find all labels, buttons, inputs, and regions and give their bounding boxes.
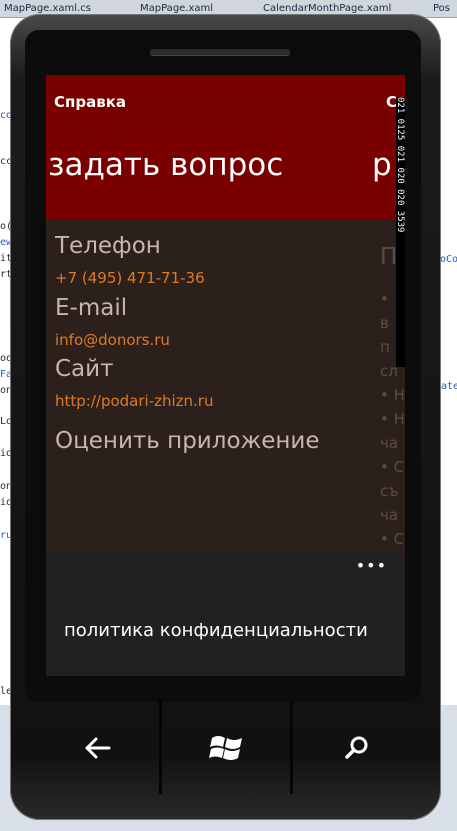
windows-logo-icon <box>209 735 242 760</box>
search-icon <box>344 736 367 759</box>
next-panel-heading: П <box>380 244 398 270</box>
phone-screen: Справка С задать вопрос р Телефон +7 (49… <box>46 75 405 676</box>
email-label: E-mail <box>55 295 128 321</box>
next-panel-line: • Н <box>380 386 405 404</box>
appbar-ellipsis-button[interactable]: ••• <box>356 556 387 575</box>
next-panel-line: • Н <box>380 410 405 428</box>
site-label: Сайт <box>55 356 114 382</box>
pivot-item-next-peek[interactable]: р <box>372 147 392 183</box>
rate-app-button[interactable]: Оценить приложение <box>55 428 320 454</box>
next-panel-line: • С <box>380 530 405 548</box>
privacy-policy-menu-item[interactable]: политика конфиденциальности <box>64 620 368 641</box>
next-panel-line: в <box>380 314 389 332</box>
next-panel-line: ча <box>380 434 399 452</box>
pivot-item-ask-question[interactable]: задать вопрос <box>48 147 283 183</box>
ide-tab[interactable]: Pos <box>433 3 450 14</box>
code-fragment: ate <box>441 381 457 392</box>
phone-label: Телефон <box>55 233 161 259</box>
ide-tab[interactable]: MapPage.xaml <box>140 3 213 14</box>
code-fragment: oCo <box>440 254 457 265</box>
ide-tab[interactable]: CalendarMonthPage.xaml <box>263 3 391 14</box>
back-button[interactable] <box>35 705 160 790</box>
next-panel-line: съ <box>380 482 399 500</box>
next-panel-line: • С <box>380 458 405 476</box>
next-panel-line: п <box>380 338 390 356</box>
ide-tab[interactable]: MapPage.xaml.cs <box>4 3 91 14</box>
phone-link[interactable]: +7 (495) 471-71-36 <box>55 269 205 287</box>
pivot-header: Справка С задать вопрос р <box>46 75 405 220</box>
email-link[interactable]: info@donors.ru <box>55 331 170 349</box>
application-bar: ••• политика конфиденциальности <box>46 552 405 676</box>
search-button[interactable] <box>294 705 419 790</box>
start-button[interactable] <box>163 705 291 790</box>
next-panel-line: ча <box>380 506 399 524</box>
back-icon <box>85 737 110 758</box>
next-panel-line: • <box>380 290 389 308</box>
earpiece-speaker <box>150 49 290 55</box>
app-title: Справка <box>54 93 127 111</box>
frame-rate-counter: 021 0125 021 020 020 3539 <box>396 97 405 367</box>
site-link[interactable]: http://podari-zhizn.ru <box>55 392 213 410</box>
contact-panel: Телефон +7 (495) 471-71-36 E-mail info@d… <box>46 220 405 552</box>
